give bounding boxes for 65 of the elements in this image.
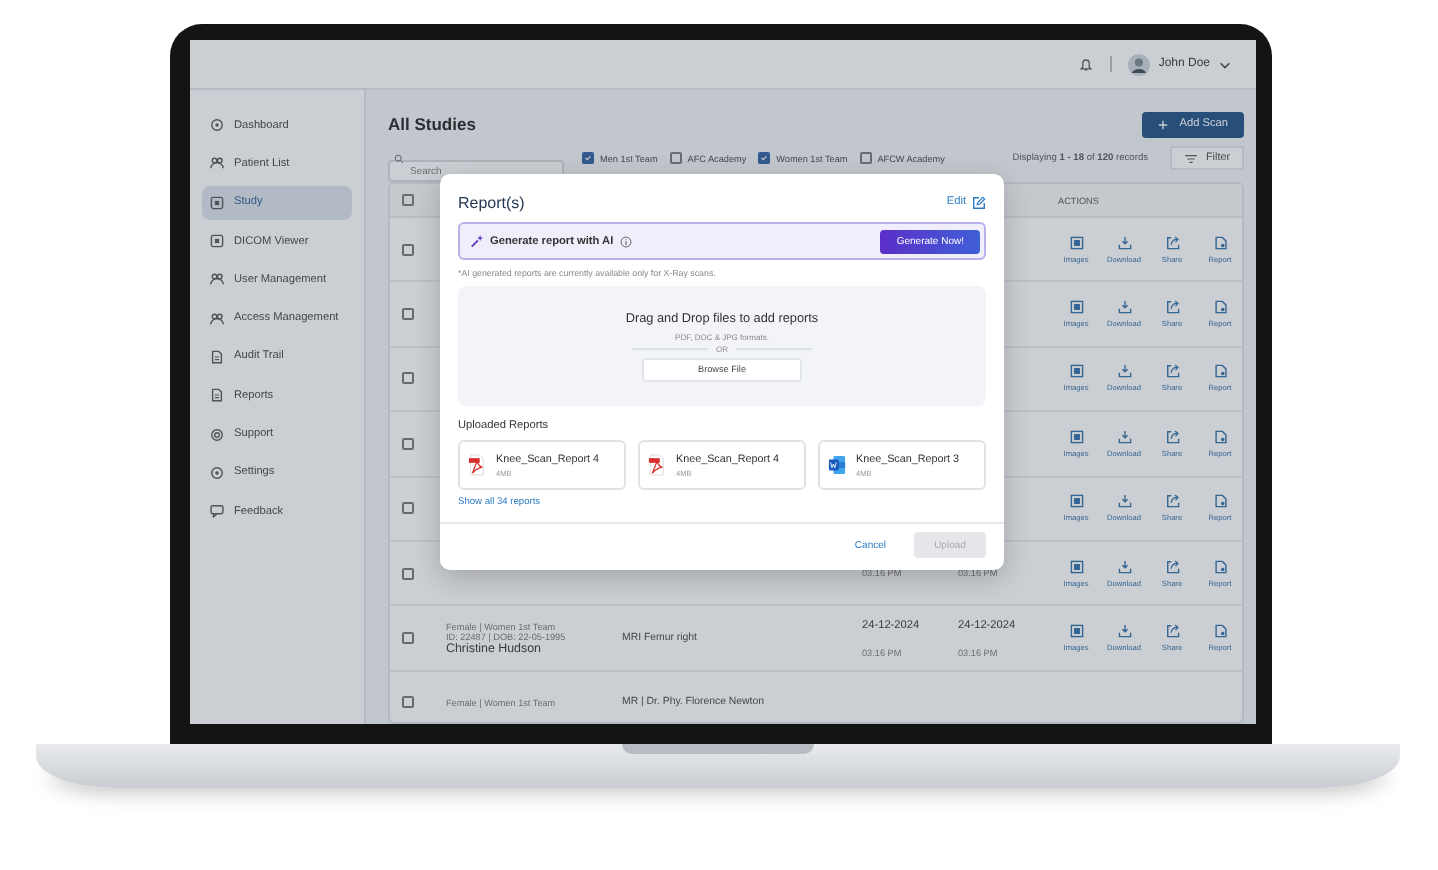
row-checkbox[interactable]	[402, 567, 414, 580]
share-icon	[1165, 494, 1179, 509]
download-icon	[1117, 494, 1131, 509]
team-checkbox[interactable]	[582, 152, 594, 164]
image-frame-icon	[1069, 429, 1083, 444]
image-frame-icon	[1069, 235, 1083, 250]
share-icon	[1165, 429, 1179, 444]
avatar-icon[interactable]	[1128, 53, 1151, 75]
menu-item-icon	[210, 234, 224, 249]
plus-icon	[1157, 119, 1168, 129]
menu-item-icon	[210, 311, 224, 326]
share-icon	[1165, 300, 1179, 315]
chevron-down-icon[interactable]	[1218, 57, 1232, 71]
document-icon	[1213, 429, 1227, 444]
download-icon	[1117, 559, 1131, 574]
pdf-file-icon	[648, 454, 666, 476]
share-icon	[1165, 364, 1179, 379]
team-checkbox[interactable]	[859, 152, 872, 164]
image-frame-icon	[1069, 364, 1083, 379]
menu-item-icon	[210, 504, 224, 519]
magic-wand-icon	[470, 234, 484, 248]
document-icon	[1213, 300, 1227, 315]
download-icon	[1117, 624, 1131, 639]
download-icon	[1117, 300, 1131, 315]
download-icon	[1117, 235, 1131, 250]
share-icon	[1165, 235, 1179, 250]
menu-item-icon	[210, 156, 224, 171]
menu-item-icon	[210, 427, 224, 442]
image-frame-icon	[1069, 494, 1083, 509]
pdf-file-icon	[468, 454, 486, 476]
word-file-icon	[828, 454, 846, 476]
image-frame-icon	[1069, 559, 1083, 574]
team-checkbox[interactable]	[669, 152, 682, 164]
menu-item-icon	[210, 388, 224, 403]
document-icon	[1213, 235, 1227, 250]
info-icon[interactable]	[619, 235, 632, 247]
share-icon	[1165, 624, 1179, 639]
team-checkbox[interactable]	[758, 152, 771, 164]
bell-icon[interactable]	[1078, 56, 1095, 72]
download-icon	[1117, 429, 1131, 444]
dialog-title: Report(s)	[458, 193, 525, 211]
row-checkbox[interactable]	[402, 243, 414, 256]
menu-item-icon	[210, 349, 224, 364]
document-icon	[1213, 559, 1227, 574]
document-icon	[1213, 494, 1227, 509]
select-all-checkbox[interactable]	[402, 194, 414, 206]
search-icon	[394, 153, 404, 163]
page-title: All Studies	[388, 114, 476, 134]
image-frame-icon	[1069, 300, 1083, 315]
filter-icon	[1184, 153, 1199, 163]
row-checkbox[interactable]	[402, 372, 414, 385]
row-checkbox[interactable]	[402, 502, 414, 515]
row-checkbox[interactable]	[402, 437, 414, 450]
share-icon	[1165, 559, 1179, 574]
menu-item-icon	[210, 272, 224, 287]
menu-item-icon	[210, 195, 224, 210]
row-checkbox[interactable]	[402, 632, 414, 645]
document-icon	[1213, 364, 1227, 379]
image-frame-icon	[1069, 624, 1083, 639]
menu-item-icon	[210, 465, 224, 480]
row-checkbox[interactable]	[402, 696, 414, 709]
menu-item-icon	[210, 118, 224, 133]
document-icon	[1213, 624, 1227, 639]
row-checkbox[interactable]	[402, 308, 414, 321]
download-icon	[1117, 364, 1131, 379]
